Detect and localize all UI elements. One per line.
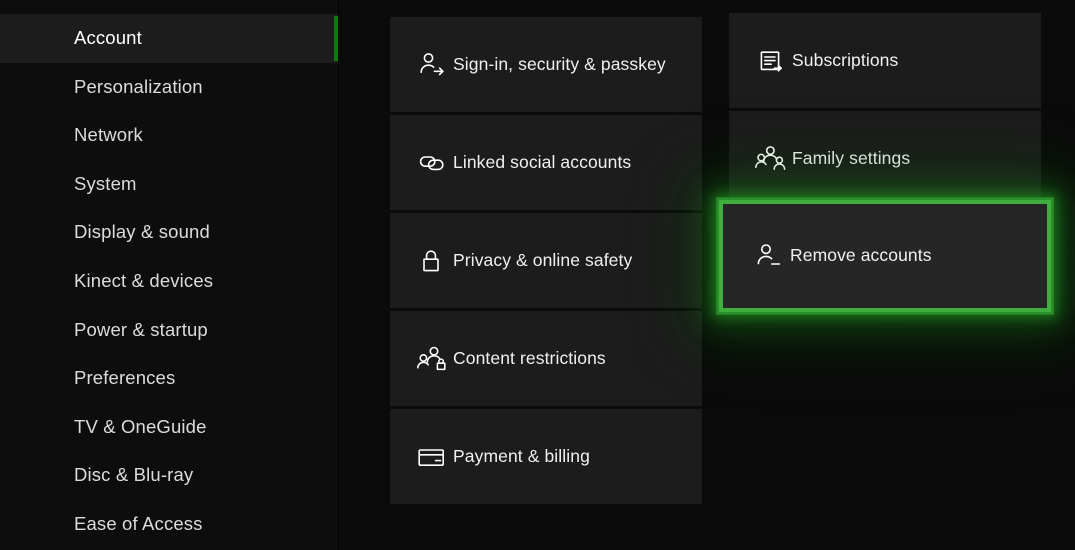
sidebar-item-label: Account bbox=[74, 29, 142, 48]
tile-label: Payment & billing bbox=[453, 445, 604, 468]
sidebar-item-label: Display & sound bbox=[74, 223, 210, 242]
tile-remove-accounts[interactable]: Remove accounts bbox=[719, 200, 1051, 312]
tile-subscriptions[interactable]: Subscriptions bbox=[729, 13, 1041, 108]
sidebar-item-label: Power & startup bbox=[74, 321, 208, 340]
sidebar-item-power-and-startup[interactable]: Power & startup bbox=[0, 306, 338, 355]
credit-card-icon bbox=[411, 442, 453, 472]
tile-label: Sign-in, security & passkey bbox=[453, 53, 680, 76]
document-arrow-icon bbox=[750, 46, 792, 76]
sidebar-item-label: Personalization bbox=[74, 78, 203, 97]
person-arrow-icon bbox=[411, 50, 453, 80]
settings-sidebar: Account Personalization Network System D… bbox=[0, 0, 339, 550]
tile-payment-and-billing[interactable]: Payment & billing bbox=[390, 409, 702, 504]
sidebar-item-label: Preferences bbox=[74, 369, 175, 388]
sidebar-item-system[interactable]: System bbox=[0, 160, 338, 209]
sidebar-item-tv-and-oneguide[interactable]: TV & OneGuide bbox=[0, 403, 338, 452]
lock-icon bbox=[411, 246, 453, 276]
sidebar-item-network[interactable]: Network bbox=[0, 111, 338, 160]
sidebar-item-account[interactable]: Account bbox=[0, 14, 338, 63]
tile-label: Privacy & online safety bbox=[453, 249, 646, 272]
people-lock-icon bbox=[411, 344, 453, 374]
sidebar-item-ease-of-access[interactable]: Ease of Access bbox=[0, 500, 338, 549]
sidebar-item-preferences[interactable]: Preferences bbox=[0, 354, 338, 403]
tile-label: Content restrictions bbox=[453, 347, 620, 370]
person-minus-icon bbox=[748, 241, 790, 271]
sidebar-item-personalization[interactable]: Personalization bbox=[0, 63, 338, 112]
sidebar-item-label: TV & OneGuide bbox=[74, 418, 207, 437]
tile-label: Subscriptions bbox=[792, 49, 912, 72]
tile-content-restrictions[interactable]: Content restrictions bbox=[390, 311, 702, 406]
sidebar-item-label: Disc & Blu-ray bbox=[74, 466, 193, 485]
sidebar-item-display-and-sound[interactable]: Display & sound bbox=[0, 208, 338, 257]
tile-label: Linked social accounts bbox=[453, 151, 645, 174]
settings-screen: Account Personalization Network System D… bbox=[0, 0, 1075, 550]
link-chain-icon bbox=[411, 148, 453, 178]
sidebar-item-label: Kinect & devices bbox=[74, 272, 213, 291]
selection-accent-bar bbox=[334, 16, 338, 61]
sidebar-item-label: Ease of Access bbox=[74, 515, 203, 534]
tile-sign-in-security-passkey[interactable]: Sign-in, security & passkey bbox=[390, 17, 702, 112]
tile-family-settings[interactable]: Family settings bbox=[729, 111, 1041, 206]
account-settings-column-middle: Sign-in, security & passkey Linked socia… bbox=[390, 0, 702, 507]
sidebar-item-kinect-and-devices[interactable]: Kinect & devices bbox=[0, 257, 338, 306]
sidebar-item-label: Network bbox=[74, 126, 143, 145]
account-settings-column-right: Subscriptions Family settings bbox=[729, 0, 1041, 306]
tile-privacy-and-online-safety[interactable]: Privacy & online safety bbox=[390, 213, 702, 308]
tile-label: Family settings bbox=[792, 147, 924, 170]
sidebar-item-disc-and-blu-ray[interactable]: Disc & Blu-ray bbox=[0, 451, 338, 500]
sidebar-item-label: System bbox=[74, 175, 137, 194]
people-icon bbox=[750, 144, 792, 174]
tile-linked-social-accounts[interactable]: Linked social accounts bbox=[390, 115, 702, 210]
tile-label: Remove accounts bbox=[790, 244, 946, 267]
